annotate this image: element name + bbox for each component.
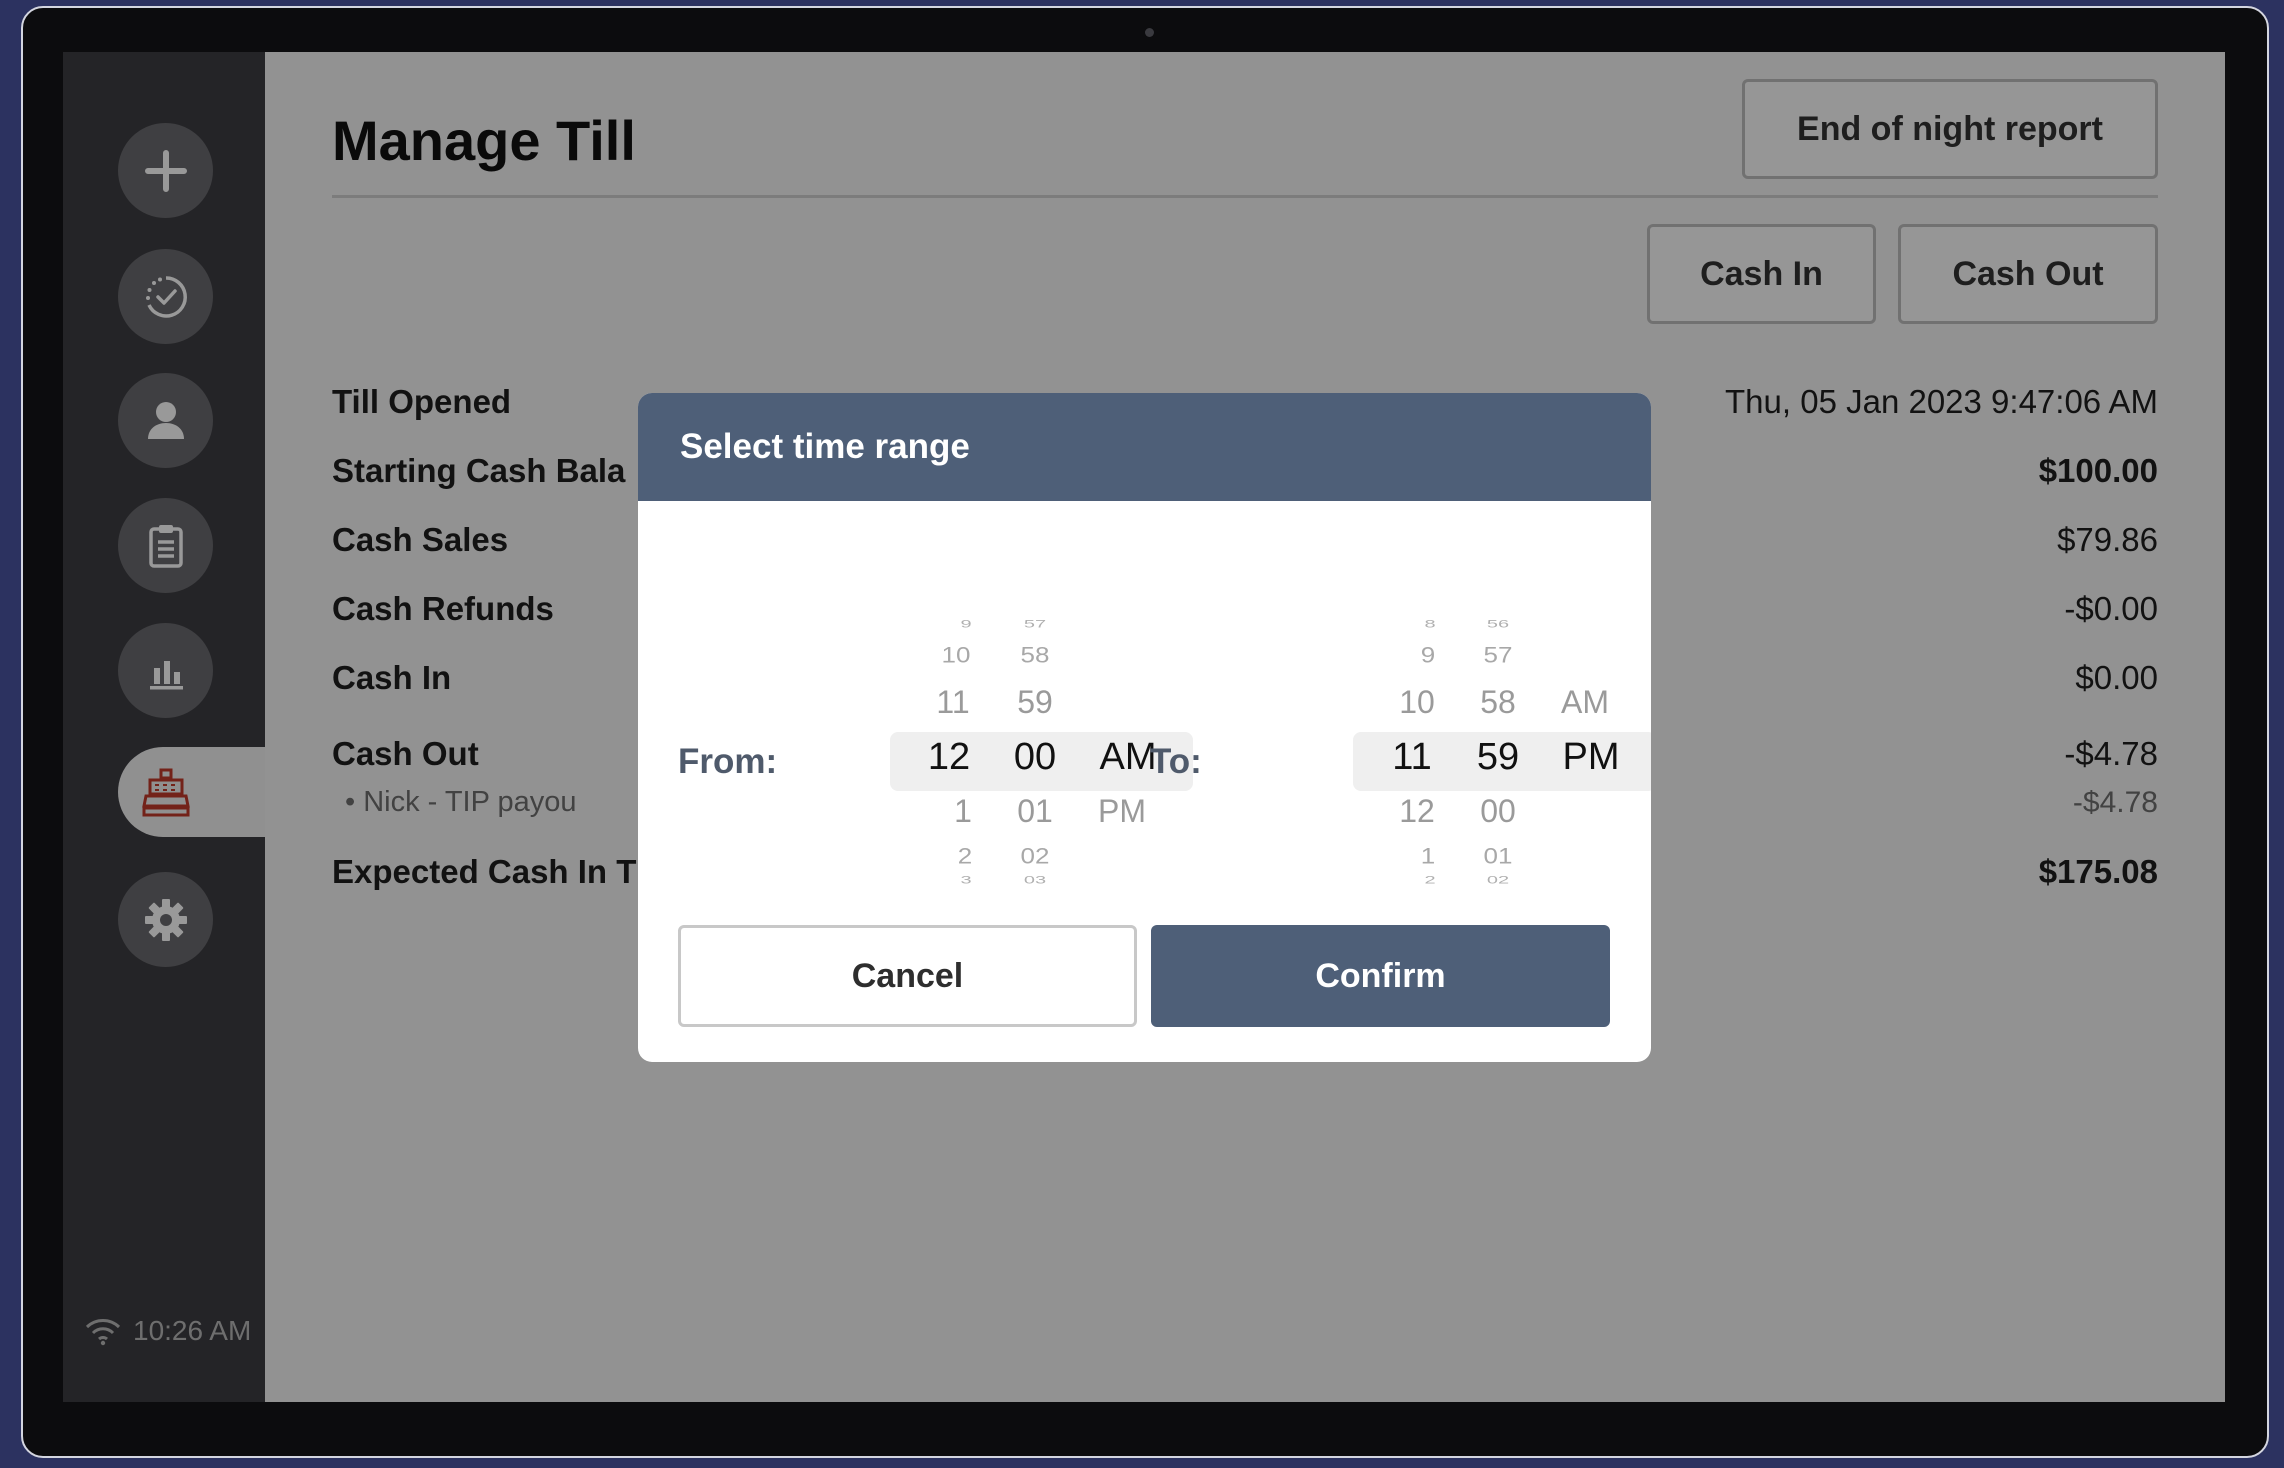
picker-item: 2 bbox=[1424, 874, 1436, 887]
camera-dot bbox=[1145, 28, 1154, 37]
picker-selected-period: AM bbox=[1099, 736, 1157, 778]
picker-item: 9 bbox=[1420, 642, 1436, 668]
picker-selected-hour: 12 bbox=[927, 736, 971, 778]
picker-item: 1 bbox=[1420, 843, 1436, 869]
picker-item: AM bbox=[1561, 684, 1609, 720]
picker-selected-minute: 59 bbox=[1476, 736, 1520, 778]
picker-item: 3 bbox=[960, 874, 972, 887]
picker-item: 12 bbox=[1399, 793, 1435, 829]
picker-item: 02 bbox=[1486, 874, 1510, 887]
time-range-dialog: Select time range From: 9 10 11 12 1 2 3… bbox=[638, 393, 1651, 1062]
picker-item: PM bbox=[1098, 793, 1146, 829]
to-label: To: bbox=[1150, 742, 1202, 781]
picker-item: 8 bbox=[1424, 618, 1436, 631]
cancel-button[interactable]: Cancel bbox=[678, 925, 1137, 1027]
from-label: From: bbox=[678, 742, 778, 781]
picker-item: 58 bbox=[1020, 642, 1050, 668]
dialog-title: Select time range bbox=[638, 393, 1651, 501]
picker-item: 10 bbox=[941, 642, 971, 668]
picker-item: 01 bbox=[1483, 843, 1513, 869]
picker-item: 03 bbox=[1023, 874, 1047, 887]
picker-item: 9 bbox=[960, 618, 972, 631]
picker-selected-period: PM bbox=[1562, 736, 1620, 778]
picker-item: 57 bbox=[1023, 618, 1047, 631]
screen: 10:26 AM Manage Till End of night report… bbox=[63, 52, 2225, 1402]
picker-item: 56 bbox=[1486, 618, 1510, 631]
picker-item: 2 bbox=[957, 843, 973, 869]
picker-item: 10 bbox=[1399, 684, 1435, 720]
picker-item: 01 bbox=[1017, 793, 1053, 829]
confirm-button[interactable]: Confirm bbox=[1151, 925, 1610, 1027]
picker-selected-minute: 00 bbox=[1013, 736, 1057, 778]
picker-item: 11 bbox=[936, 684, 970, 720]
picker-item: 59 bbox=[1017, 684, 1053, 720]
picker-selected-hour: 11 bbox=[1392, 736, 1432, 778]
picker-item: 57 bbox=[1483, 642, 1513, 668]
picker-item: 00 bbox=[1480, 793, 1516, 829]
picker-item: 1 bbox=[954, 793, 972, 829]
picker-item: 02 bbox=[1020, 843, 1050, 869]
picker-item: 58 bbox=[1480, 684, 1516, 720]
